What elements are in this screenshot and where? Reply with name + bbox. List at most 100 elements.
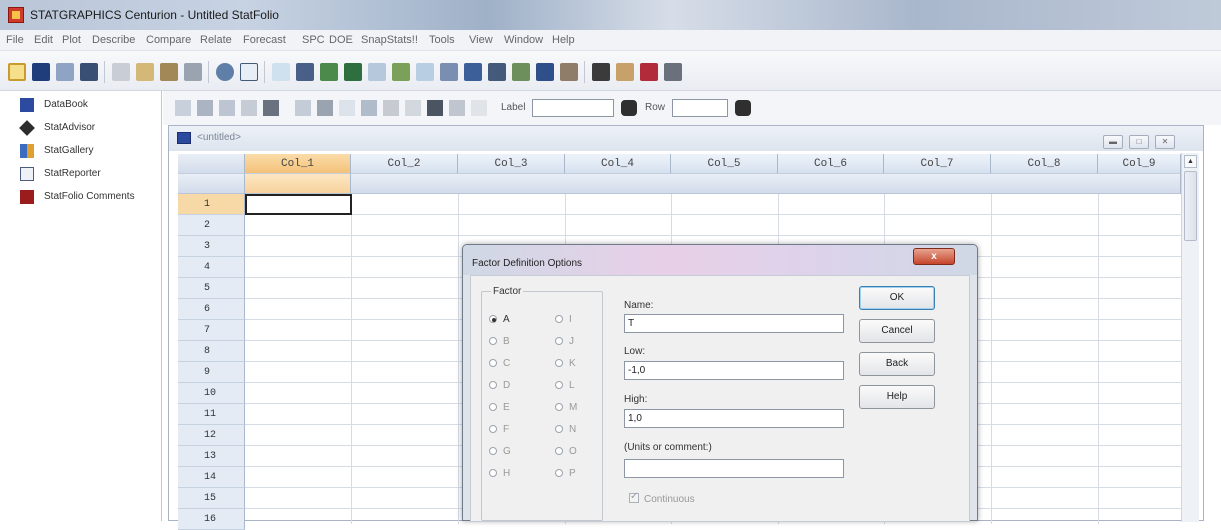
radio-factor-e[interactable]: E [489, 402, 510, 413]
radio-factor-n[interactable]: N [555, 424, 576, 435]
form-view-icon[interactable] [197, 100, 213, 116]
boxplot-icon[interactable] [344, 63, 362, 81]
modify-column-icon[interactable] [295, 100, 311, 116]
sidebar-item-statreporter[interactable]: StatReporter [0, 164, 160, 186]
dialog-close-button[interactable]: x [913, 248, 955, 265]
percent-icon[interactable] [471, 100, 487, 116]
menu-snapstats[interactable]: SnapStats!! [361, 34, 418, 46]
calculator-icon[interactable] [664, 63, 682, 81]
multifactor-icon[interactable] [392, 63, 410, 81]
high-field[interactable]: 1,0 [624, 409, 844, 428]
row-search-input[interactable] [672, 99, 728, 117]
label-search-input[interactable] [532, 99, 614, 117]
sidebar-item-statadvisor[interactable]: StatAdvisor [0, 118, 160, 140]
row-header-13[interactable]: 13 [178, 446, 245, 467]
print-preview-icon[interactable] [240, 63, 258, 81]
copy-icon[interactable] [136, 63, 154, 81]
row-header-2[interactable]: 2 [178, 215, 245, 236]
row-header-7[interactable]: 7 [178, 320, 245, 341]
regression-icon[interactable] [368, 63, 386, 81]
menu-doe[interactable]: DOE [329, 34, 353, 46]
radio-factor-f[interactable]: F [489, 424, 509, 435]
save-icon[interactable] [32, 63, 50, 81]
row-header-12[interactable]: 12 [178, 425, 245, 446]
generate-icon[interactable] [263, 100, 279, 116]
row-header-14[interactable]: 14 [178, 467, 245, 488]
radio-factor-c[interactable]: C [489, 358, 510, 369]
column-header-col-1[interactable]: Col_1 [245, 154, 351, 174]
menu-view[interactable]: View [469, 34, 493, 46]
row-header-10[interactable]: 10 [178, 383, 245, 404]
sidebar-item-statfolio-comments[interactable]: StatFolio Comments [0, 187, 160, 209]
histogram-icon[interactable] [464, 63, 482, 81]
radio-factor-a[interactable]: A [489, 314, 510, 325]
zoom-icon[interactable] [405, 100, 421, 116]
menu-describe[interactable]: Describe [92, 34, 135, 46]
save-all-icon[interactable] [80, 63, 98, 81]
row-header-6[interactable]: 6 [178, 299, 245, 320]
sort-icon[interactable] [317, 100, 333, 116]
column-header-col-7[interactable]: Col_7 [884, 154, 991, 174]
open-folder-icon[interactable] [8, 63, 26, 81]
diamond-icon[interactable] [592, 63, 610, 81]
row-header-1[interactable]: 1 [178, 194, 245, 215]
menu-relate[interactable]: Relate [200, 34, 232, 46]
datasheet-icon[interactable] [56, 63, 74, 81]
sidebar-item-statgallery[interactable]: StatGallery [0, 141, 160, 163]
select-icon[interactable] [449, 100, 465, 116]
radio-factor-o[interactable]: O [555, 446, 577, 457]
radio-factor-k[interactable]: K [555, 358, 576, 369]
name-field[interactable]: T [624, 314, 844, 333]
radio-factor-i[interactable]: I [555, 314, 572, 325]
scroll-thumb[interactable] [1184, 171, 1197, 241]
radio-factor-h[interactable]: H [489, 468, 510, 479]
vertical-scrollbar[interactable]: ▲ [1181, 153, 1199, 522]
menu-plot[interactable]: Plot [62, 34, 81, 46]
cancel-button[interactable]: Cancel [859, 319, 935, 343]
scroll-up-icon[interactable]: ▲ [1184, 155, 1197, 168]
print-icon[interactable] [216, 63, 234, 81]
row-header-9[interactable]: 9 [178, 362, 245, 383]
grid-view-icon[interactable] [175, 100, 191, 116]
column-header-col-3[interactable]: Col_3 [458, 154, 565, 174]
column-header-col-8[interactable]: Col_8 [991, 154, 1098, 174]
corner-cell[interactable] [178, 154, 245, 174]
statfolio-icon[interactable] [640, 63, 658, 81]
restore-button[interactable]: □ [1129, 135, 1149, 149]
units-field[interactable] [624, 459, 844, 478]
row-header-3[interactable]: 3 [178, 236, 245, 257]
row-header-11[interactable]: 11 [178, 404, 245, 425]
quality-chart-icon[interactable] [416, 63, 434, 81]
radio-factor-d[interactable]: D [489, 380, 510, 391]
continuous-checkbox[interactable]: Continuous [629, 491, 695, 505]
list-icon[interactable] [440, 63, 458, 81]
columns-icon[interactable] [219, 100, 235, 116]
radio-factor-l[interactable]: L [555, 380, 575, 391]
row-header-8[interactable]: 8 [178, 341, 245, 362]
row-header-15[interactable]: 15 [178, 488, 245, 509]
ok-button[interactable]: OK [859, 286, 935, 310]
cut-icon[interactable] [112, 63, 130, 81]
radio-factor-g[interactable]: G [489, 446, 511, 457]
low-field[interactable]: -1,0 [624, 361, 844, 380]
rows-icon[interactable] [241, 100, 257, 116]
table-icon[interactable] [296, 63, 314, 81]
close-button[interactable]: ✕ [1155, 135, 1175, 149]
radio-factor-m[interactable]: M [555, 402, 577, 413]
crosshair-icon[interactable] [488, 63, 506, 81]
recode-icon[interactable] [361, 100, 377, 116]
menu-window[interactable]: Window [504, 34, 543, 46]
column-header-col-4[interactable]: Col_4 [565, 154, 671, 174]
help-button[interactable]: Help [859, 385, 935, 409]
menu-compare[interactable]: Compare [146, 34, 191, 46]
menu-spc[interactable]: SPC [302, 34, 325, 46]
bar-chart-icon[interactable] [536, 63, 554, 81]
sidebar-item-databook[interactable]: DataBook [0, 95, 160, 117]
row-header-16[interactable]: 16 [178, 509, 245, 530]
column-header-col-2[interactable]: Col_2 [351, 154, 458, 174]
transform-icon[interactable] [383, 100, 399, 116]
column-header-col-6[interactable]: Col_6 [778, 154, 884, 174]
menu-edit[interactable]: Edit [34, 34, 53, 46]
radio-factor-j[interactable]: J [555, 336, 574, 347]
tree-icon[interactable] [320, 63, 338, 81]
